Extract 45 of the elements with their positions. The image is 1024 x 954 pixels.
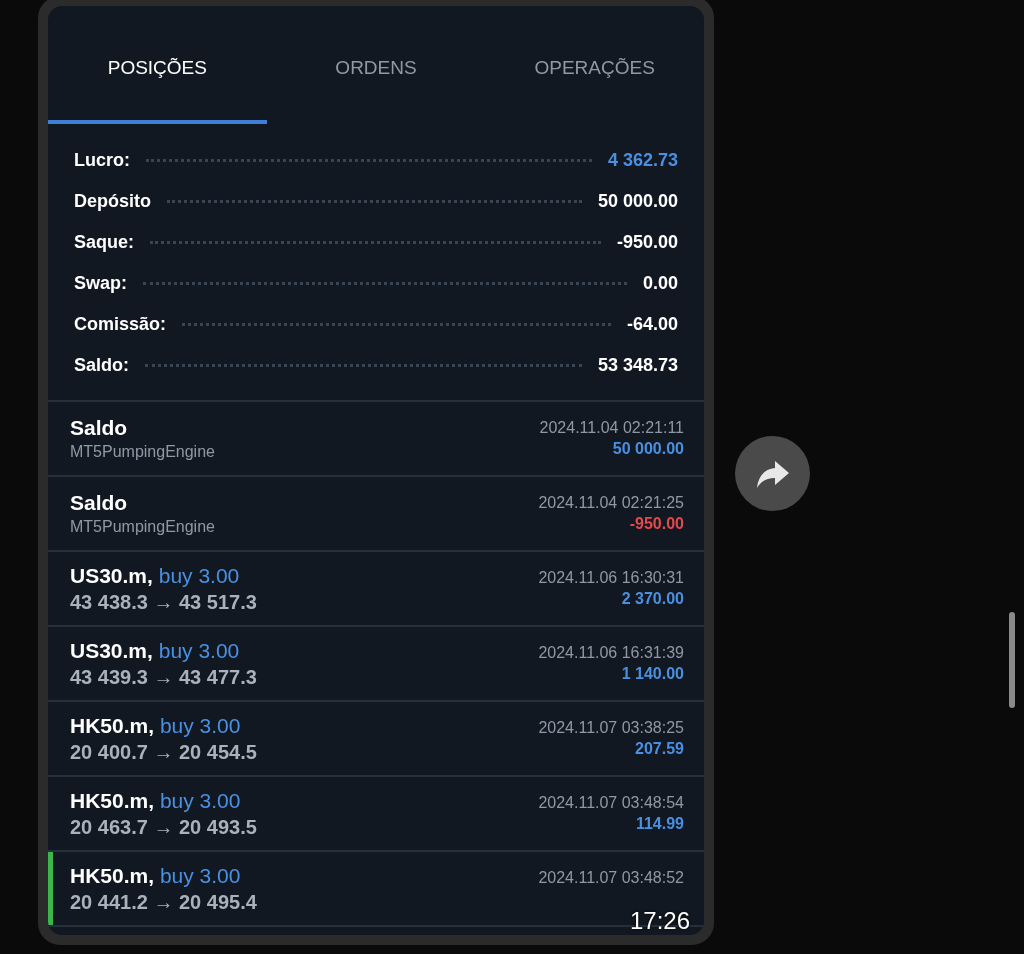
deal-comment: MT5PumpingEngine	[70, 443, 215, 461]
deal-amount: 2 370.00	[621, 589, 684, 609]
message-time: 17:26	[629, 907, 690, 935]
deal-amount: 1 140.00	[621, 664, 684, 684]
tab[interactable]: OPERAÇÕES	[485, 6, 704, 124]
deal-title: Saldo	[70, 416, 129, 440]
summary-value: 53 348.73	[597, 355, 678, 376]
deal-amount: 207.59	[635, 739, 684, 759]
deal-amount: 114.99	[635, 814, 684, 834]
deal-time: 2024.11.07 03:48:52	[538, 868, 684, 887]
summary-value: -950.00	[616, 232, 678, 253]
deal-time: 2024.11.04 02:21:25	[538, 493, 684, 512]
summary-value: 0.00	[642, 273, 678, 294]
summary-value: 50 000.00	[597, 191, 678, 212]
deal-prices: 20 441.2 → 20 495.4	[70, 890, 257, 914]
deal-prices: 43 439.3 → 43 477.3	[70, 665, 257, 689]
deal-prices: 43 438.3 → 43 517.3	[70, 590, 257, 614]
summary-value: 4 362.73	[607, 150, 678, 171]
tab[interactable]: POSIÇÕES	[48, 6, 267, 124]
deal-symbol: US30.m, buy 3.00	[70, 563, 241, 588]
deal-time: 2024.11.06 16:31:39	[538, 643, 684, 662]
share-icon	[754, 458, 791, 489]
deal-symbol: HK50.m, buy 3.00	[70, 713, 242, 738]
summary-label: Saldo:	[74, 355, 129, 376]
summary-label: Depósito	[74, 191, 151, 212]
scrollbar[interactable]	[1009, 612, 1015, 708]
tab[interactable]: ORDENS	[266, 6, 486, 124]
deal-prices: 20 463.7 → 20 493.5	[70, 815, 257, 839]
deal-title: Saldo	[70, 491, 129, 515]
deal-amount: -950.00	[629, 514, 684, 534]
deal-symbol: HK50.m, buy 3.00	[70, 788, 242, 813]
deal-time: 2024.11.07 03:48:54	[538, 793, 684, 812]
summary-value: -64.00	[626, 314, 678, 335]
deal-time: 2024.11.07 03:38:25	[538, 718, 684, 737]
deal-time: 2024.11.06 16:30:31	[538, 568, 684, 587]
deal-comment: MT5PumpingEngine	[70, 518, 215, 536]
deal-prices: 20 400.7 → 20 454.5	[70, 740, 257, 764]
summary-label: Comissão:	[74, 314, 167, 335]
summary-label: Lucro:	[74, 150, 130, 171]
summary-label: Saque:	[74, 232, 134, 253]
deal-amount: 50 000.00	[612, 439, 684, 459]
deal-symbol: US30.m, buy 3.00	[70, 638, 241, 663]
summary-label: Swap:	[74, 273, 127, 294]
deal-symbol: HK50.m, buy 3.00	[70, 863, 242, 888]
deal-time: 2024.11.04 02:21:11	[539, 418, 684, 437]
